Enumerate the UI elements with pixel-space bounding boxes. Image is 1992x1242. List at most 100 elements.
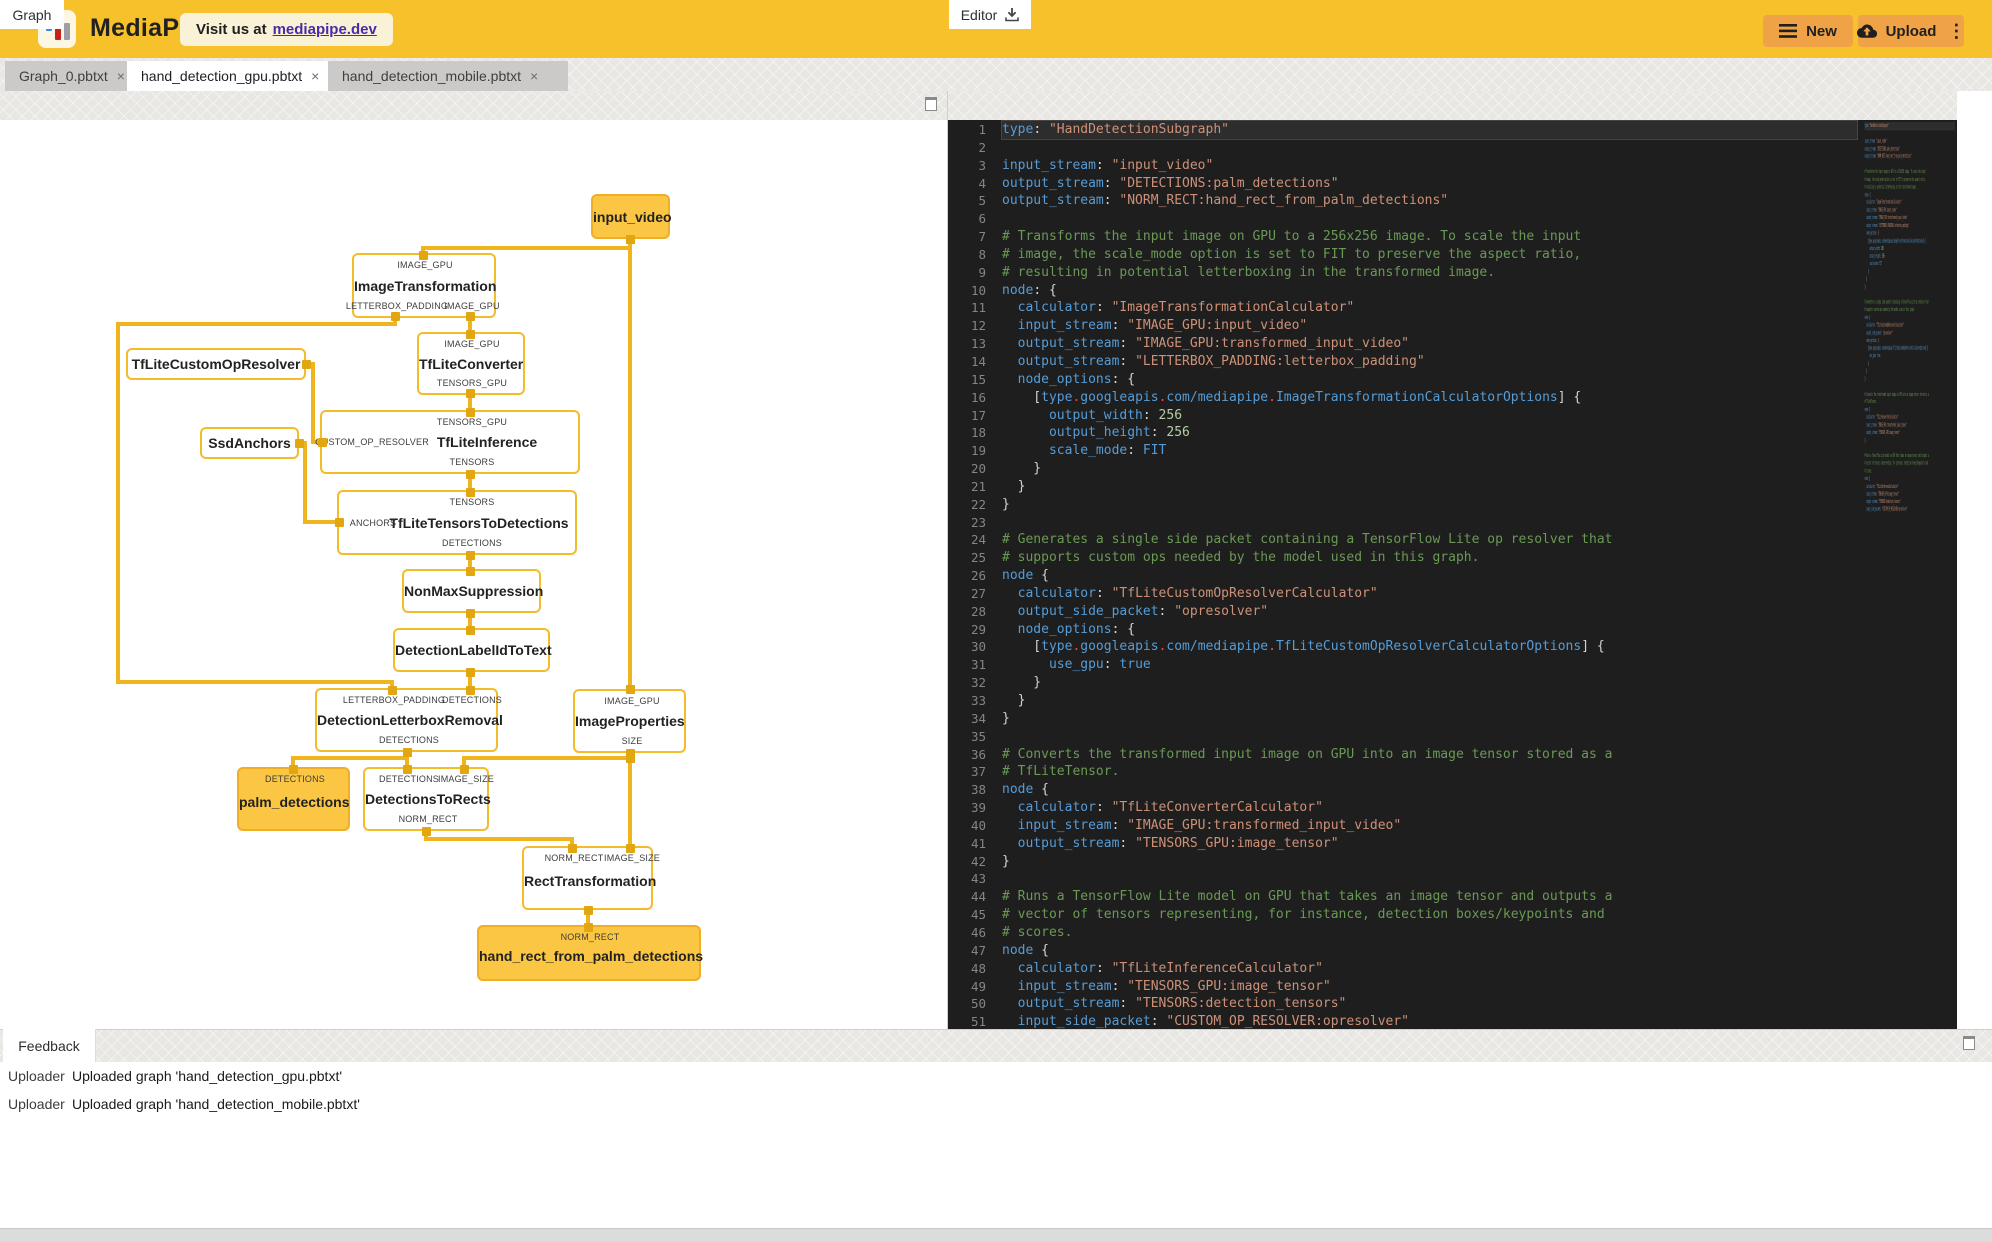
port-connector [465, 329, 475, 339]
code-line: output_stream: "TENSORS:detection_tensor… [1866, 498, 1901, 505]
port-connector [465, 311, 475, 321]
code-line: 18 output_height: 256 [970, 425, 1190, 441]
tab-graph[interactable]: Graph [0, 0, 64, 29]
code-line: 28 output_side_packet: "opresolver" [970, 603, 1269, 619]
node-port-label: DETECTIONS [378, 735, 440, 745]
node-port-label: LETTERBOX_PADDING [342, 695, 446, 705]
graph-node[interactable]: DetectionLabelIdToText [393, 628, 552, 672]
node-port-label: IMAGE_GPU [444, 339, 500, 349]
code-line: 41 output_stream: "TENSORS_GPU:image_ten… [970, 835, 1339, 851]
graph-node[interactable]: DetectionsToRects DETECTIONS IMAGE_SIZE NOR… [363, 767, 494, 831]
node-port-label: TENSORS [449, 497, 495, 507]
port-connector [465, 469, 475, 479]
graph-node[interactable]: hand_rect_from_palm_detections NORM_RECT [477, 925, 703, 981]
right-edge-strip [1957, 91, 1992, 1029]
graph-edge [291, 756, 409, 760]
port-connector [418, 250, 428, 260]
graph-node[interactable]: ImageProperties IMAGE_GPU SIZE [573, 689, 686, 753]
code-line: # vector of tensors representing, for in… [1864, 460, 1928, 467]
node-port-label: LETTERBOX_PADDING [345, 301, 449, 311]
graph-node[interactable]: TfLiteTensorsToDetections ANCHORS TENSORS D… [337, 490, 577, 555]
close-tab-icon[interactable]: × [117, 69, 125, 83]
code-line: } [1864, 437, 1866, 444]
file-tab[interactable]: hand_detection_mobile.pbtxt × [328, 61, 568, 91]
bottom-scrollbar[interactable] [0, 1228, 1992, 1242]
node-title: RectTransformation [524, 873, 657, 890]
code-line: calculator: "TfLiteConverterCalculator" [1866, 413, 1899, 421]
node-port-label: IMAGE_SIZE [603, 853, 661, 863]
editor-minimap[interactable]: type: "HandDetectionSubgraph" input_strea… [1863, 122, 1955, 1027]
graph-node[interactable]: TfLiteConverter IMAGE_GPU TENSORS_GPU [417, 332, 525, 395]
more-options-icon[interactable]: ⋮ [1947, 21, 1965, 42]
code-editor[interactable]: 1 type: "HandDetectionSubgraph" 2 3 input_st… [948, 120, 1957, 1029]
port-connector [317, 437, 327, 447]
port-connector [625, 843, 635, 853]
code-line: node { [1864, 475, 1870, 482]
tab-editor[interactable]: Editor [949, 0, 1031, 29]
graph-canvas[interactable]: input_video ImageTransformation IMAGE_GPU L… [0, 120, 947, 1029]
code-line: 4 output_stream: "DETECTIONS:palm_detecti… [978, 175, 1339, 191]
code-line: output_stream: "LETTERBOX_PADDING:letter… [1866, 222, 1910, 229]
code-line: 40 input_stream: "IMAGE_GPU:transformed_… [970, 817, 1402, 833]
code-line: 47 node { [970, 942, 1049, 958]
code-line: 44 # Runs a TensorFlow Lite model on GPU … [970, 889, 1613, 905]
code-line: 34} [970, 710, 1010, 726]
feedback-row: Uploader Uploaded graph 'hand_detection_m… [0, 1090, 1992, 1118]
port-connector [465, 667, 475, 677]
feedback-message: Uploaded graph 'hand_detection_gpu.pbtxt… [72, 1068, 343, 1084]
graph-node[interactable]: TfLiteCustomOpResolver [126, 348, 306, 380]
code-line: calculator: "ImageTransformationCalculat… [1866, 199, 1902, 206]
code-line: } [1864, 275, 1868, 283]
code-line: 2 [978, 139, 986, 155]
visit-pill: Visit us at mediapipe.dev [180, 13, 393, 46]
menu-icon [1779, 24, 1798, 38]
port-connector [390, 311, 400, 321]
code-line: 32 } [970, 675, 1042, 691]
node-port-label: TENSORS [449, 457, 495, 467]
editor-tab-label: Editor [960, 6, 998, 23]
code-line: 48 calculator: "TfLiteInferenceCalculato… [970, 960, 1323, 976]
graph-node[interactable]: input_video [591, 194, 672, 239]
port-connector [465, 550, 475, 560]
code-line: node_options: { [1866, 229, 1879, 237]
graph-node[interactable]: SsdAnchors [200, 427, 299, 459]
graph-node[interactable]: DetectionLetterboxRemoval LETTERBOX_PADDI… [315, 688, 503, 752]
tab-feedback[interactable]: Feedback [3, 1029, 96, 1062]
code-line: node: { [1864, 191, 1871, 198]
code-line: 39 calculator: "TfLiteConverterCalculato… [970, 800, 1323, 816]
download-icon[interactable] [1005, 7, 1020, 22]
node-port-label: DETECTIONS [441, 538, 503, 548]
graph-node[interactable]: ImageTransformation IMAGE_GPU LETTERBOX_PA… [346, 253, 499, 318]
graph-edge [303, 441, 307, 524]
code-line: input_side_packet: "CUSTOM_OP_RESOLVER:o… [1866, 506, 1908, 513]
code-line: input_stream: "IMAGE_GPU:transformed_inp… [1866, 421, 1907, 429]
port-connector [583, 922, 593, 932]
feedback-log: Uploader Uploaded graph 'hand_detection_g… [0, 1062, 1992, 1228]
graph-node[interactable]: NonMaxSuppression [402, 569, 543, 613]
graph-node[interactable]: RectTransformation NORM_RECT IMAGE_SIZE [522, 846, 660, 910]
code-line: # Converts the transformed input image o… [1864, 390, 1929, 398]
code-line: # TfLiteTensor. [1864, 398, 1878, 406]
mediapipe-dev-link[interactable]: mediapipe.dev [273, 21, 377, 38]
code-line: 21 } [970, 478, 1026, 494]
graph-maximize-icon[interactable] [925, 97, 937, 111]
graph-node[interactable]: palm_detections DETECTIONS [237, 767, 350, 831]
code-line: node { [1864, 406, 1870, 413]
close-tab-icon[interactable]: × [530, 69, 538, 83]
close-tab-icon[interactable]: × [311, 69, 319, 83]
code-line: 49 input_stream: "TENSORS_GPU:image_tens… [970, 978, 1331, 994]
port-connector [625, 684, 635, 694]
code-line: 17 output_width: 256 [970, 407, 1183, 423]
code-line: input_stream: "IMAGE_GPU:input_video" [1866, 206, 1897, 214]
feedback-maximize-icon[interactable] [1963, 1036, 1975, 1050]
upload-button[interactable]: Upload ⋮ [1856, 15, 1965, 47]
code-line: } [1864, 375, 1866, 383]
code-line: # supports custom ops needed by the mode… [1864, 306, 1915, 314]
graph-node[interactable]: TfLiteInference CUSTOM_OP_RESOLVER TENSORS… [315, 410, 580, 474]
file-tab[interactable]: hand_detection_gpu.pbtxt × [127, 61, 348, 91]
visit-prefix-label: Visit us at [196, 21, 267, 38]
port-connector [465, 487, 475, 497]
code-line: 51 input_side_packet: "CUSTOM_OP_RESOLVE… [970, 1014, 1410, 1029]
new-button[interactable]: New [1763, 15, 1853, 47]
